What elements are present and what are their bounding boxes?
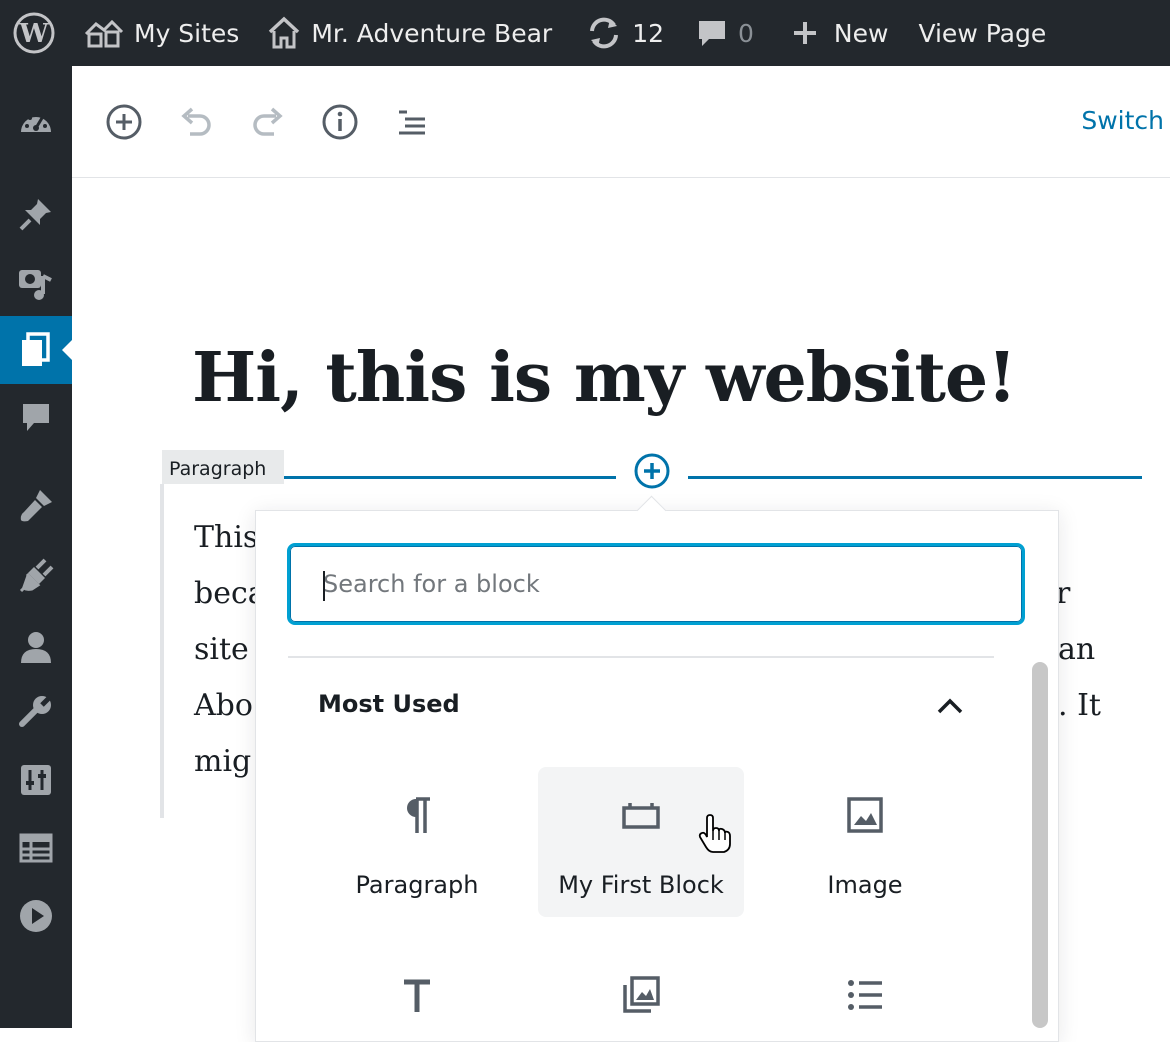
block-item-paragraph[interactable]: Paragraph (314, 767, 520, 917)
site-name-menu[interactable]: Mr. Adventure Bear (253, 0, 566, 66)
heading-icon (404, 979, 430, 1012)
block-item-label: Paragraph (355, 871, 479, 899)
block-search-field[interactable] (287, 543, 1025, 625)
view-page-link[interactable]: View Page (902, 0, 1060, 66)
sidebar-item-media-player[interactable] (0, 882, 72, 950)
posts-pin-icon (19, 199, 51, 231)
new-label: New (833, 18, 889, 48)
wordpress-logo-button[interactable]: W (0, 0, 70, 66)
most-used-panel-title[interactable]: Most Used (318, 690, 460, 718)
text-caret (323, 571, 325, 601)
block-item-label: Image (827, 871, 903, 899)
updates-link[interactable]: 12 (566, 0, 678, 66)
sidebar-item-appearance[interactable] (0, 472, 72, 540)
comments-icon (23, 404, 49, 431)
list-outline-icon (399, 110, 425, 135)
users-icon (21, 632, 51, 663)
block-item-gallery[interactable] (538, 947, 744, 1028)
sidebar-item-posts[interactable] (0, 180, 72, 248)
add-block-icon (106, 104, 142, 140)
paragraph-icon (407, 797, 430, 833)
my-sites-label: My Sites (134, 18, 240, 48)
image-icon (847, 797, 883, 833)
wordpress-logo-icon: W (13, 12, 55, 54)
redo-icon (253, 107, 283, 136)
site-name-label: Mr. Adventure Bear (311, 18, 553, 48)
add-block-icon (634, 453, 670, 489)
editor-toolbar: Switch (72, 66, 1170, 178)
dashboard-icon (21, 116, 51, 132)
sidebar-item-users[interactable] (0, 614, 72, 682)
new-content-menu[interactable]: New (768, 0, 903, 66)
media-icon (19, 270, 52, 300)
sidebar-item-settings[interactable] (0, 746, 72, 814)
my-first-block-icon (622, 803, 660, 829)
home-icon (269, 16, 300, 49)
panel-collapse-toggle[interactable] (932, 688, 968, 724)
table-icon (19, 833, 53, 863)
list-icon (848, 980, 882, 1010)
comment-bubble-icon (699, 21, 725, 46)
updates-icon (590, 17, 619, 49)
inserter-divider (288, 656, 994, 658)
admin-bar: W My Sites Mr. Adventure Bear 12 0 New V… (0, 0, 1170, 66)
block-item-image[interactable]: Image (762, 767, 968, 917)
plus-icon (793, 22, 816, 44)
comments-link[interactable]: 0 (678, 0, 768, 66)
sidebar-item-comments[interactable] (0, 384, 72, 452)
paragraph-text-line[interactable]: Abo (194, 688, 253, 723)
paragraph-text-line[interactable]: mig (194, 744, 251, 779)
block-item-list[interactable] (762, 947, 968, 1028)
settings-sliders-icon (21, 765, 51, 795)
block-item-heading[interactable] (314, 947, 520, 1028)
post-title[interactable]: Hi, this is my website! (192, 338, 1017, 418)
switch-to-draft-link[interactable]: Switch (1081, 106, 1164, 135)
my-sites-icon (84, 19, 124, 48)
block-insertion-point-line (688, 476, 1142, 479)
paragraph-text-fragment[interactable]: . It (1058, 688, 1101, 723)
hand-pointer-cursor-icon (698, 814, 731, 853)
sidebar-item-table[interactable] (0, 814, 72, 882)
view-page-label: View Page (918, 18, 1047, 48)
svg-text:W: W (18, 19, 49, 49)
pages-icon (22, 332, 50, 366)
sidebar-item-media[interactable] (0, 248, 72, 316)
gallery-icon (623, 976, 660, 1013)
plugins-icon (19, 558, 54, 593)
paragraph-text-line[interactable]: site (194, 632, 249, 667)
updates-count: 12 (632, 18, 664, 48)
content-info-button[interactable] (320, 102, 360, 142)
my-sites-menu[interactable]: My Sites (70, 0, 253, 66)
play-icon (20, 900, 52, 932)
insertion-point-button[interactable] (632, 451, 672, 491)
block-item-label: My First Block (558, 871, 724, 899)
block-navigation-button[interactable] (392, 102, 432, 142)
block-search-input[interactable] (323, 546, 1003, 622)
sidebar-item-pages[interactable] (0, 316, 72, 384)
undo-icon (181, 107, 211, 136)
undo-button[interactable] (176, 102, 216, 142)
info-icon (322, 104, 358, 140)
redo-button[interactable] (248, 102, 288, 142)
sidebar-item-tools[interactable] (0, 678, 72, 746)
sidebar-item-dashboard[interactable] (0, 90, 72, 158)
paragraph-block-border (160, 484, 164, 818)
appearance-brush-icon (20, 490, 52, 522)
paragraph-text-line[interactable]: This (194, 520, 258, 555)
tools-wrench-icon (19, 696, 51, 727)
chevron-up-icon (937, 698, 963, 714)
block-type-label: Paragraph (162, 450, 284, 484)
admin-sidebar (0, 66, 72, 1028)
comments-count: 0 (738, 18, 754, 48)
sidebar-item-plugins[interactable] (0, 542, 72, 610)
inserter-scrollbar[interactable] (1032, 662, 1048, 1028)
paragraph-text-fragment[interactable]: an (1058, 632, 1095, 667)
add-block-button[interactable] (104, 102, 144, 142)
